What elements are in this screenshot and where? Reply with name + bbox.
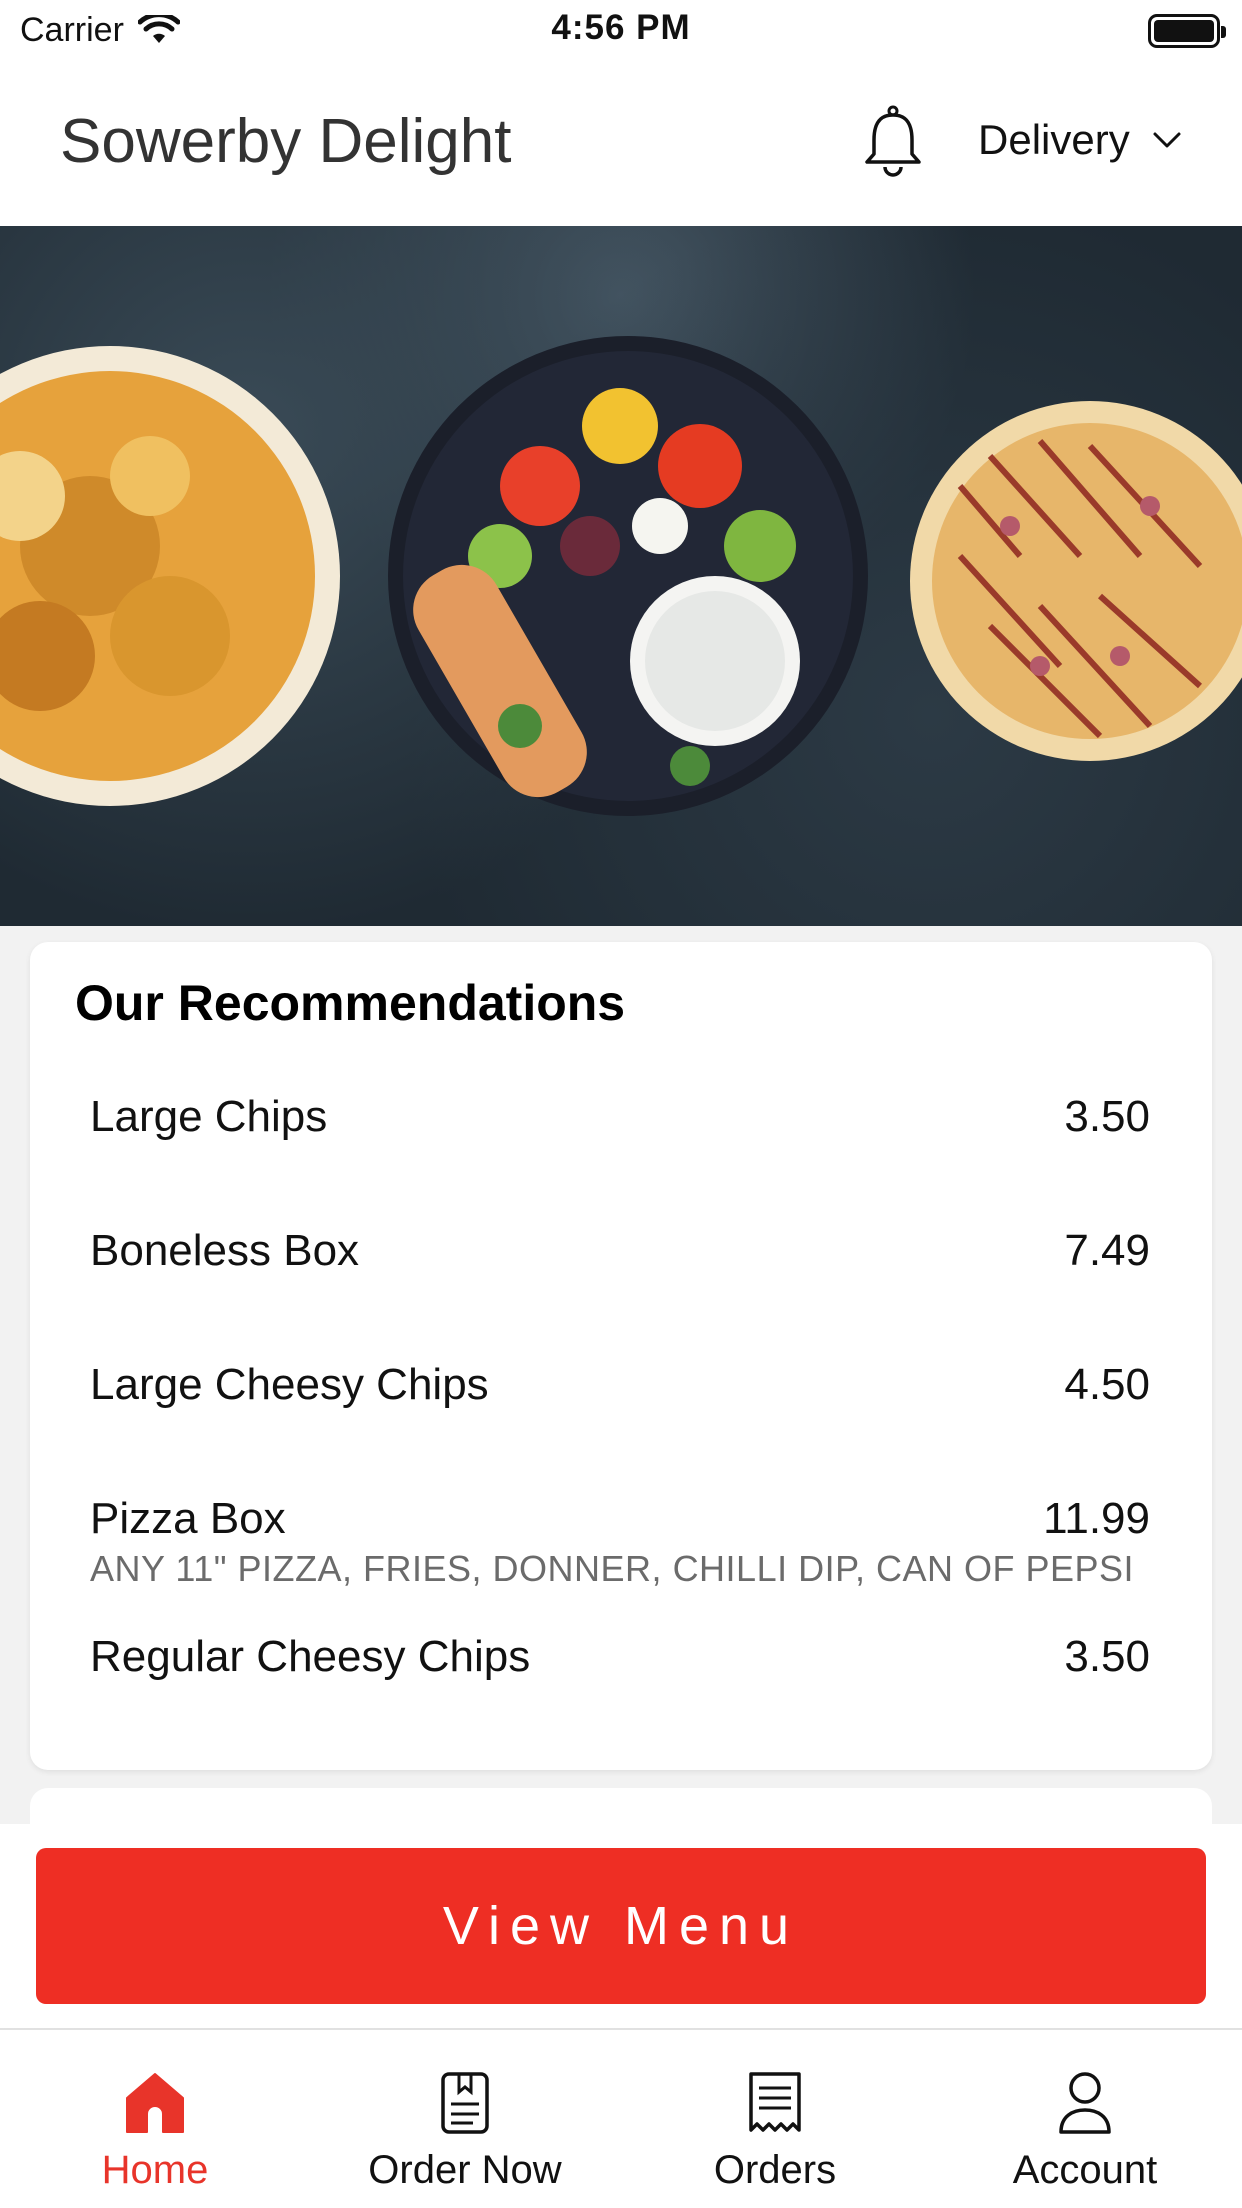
item-name: Pizza Box (90, 1494, 286, 1543)
recommendation-item[interactable]: Large Cheesy Chips 4.50 (90, 1360, 1150, 1410)
recommendation-item[interactable]: Boneless Box 7.49 (90, 1226, 1150, 1276)
recommendations-card: Our Recommendations Large Chips 3.50 Bon… (30, 942, 1212, 1770)
home-icon (126, 2073, 184, 2133)
item-name: Regular Cheesy Chips (90, 1632, 531, 1681)
tab-label: Account (1012, 2148, 1158, 2192)
tab-orders[interactable]: Orders (620, 2030, 930, 2208)
item-name: Large Cheesy Chips (90, 1360, 489, 1409)
user-icon (1059, 2072, 1111, 2134)
item-description: ANY 11" PIZZA, FRIES, DONNER, CHILLI DIP… (90, 1548, 1135, 1589)
curry-bowl-image (0, 346, 340, 806)
tab-label: Order Now (368, 2148, 562, 2192)
menu-book-icon (441, 2072, 489, 2134)
kebab-salad-plate-image (388, 336, 868, 816)
recommendations-title: Our Recommendations (75, 975, 626, 1031)
tab-label: Orders (713, 2148, 837, 2192)
app-header: Sowerby Delight Delivery (0, 60, 1242, 226)
delivery-mode-dropdown[interactable]: Delivery (978, 116, 1182, 164)
status-time: 4:56 PM (551, 8, 691, 47)
chevron-down-icon (1153, 132, 1181, 148)
tab-home[interactable]: Home (0, 2030, 310, 2208)
tab-order-now[interactable]: Order Now (310, 2030, 620, 2208)
pizza-image (910, 401, 1242, 761)
item-price: 3.50 (1064, 1632, 1150, 1681)
item-price: 11.99 (1043, 1494, 1150, 1543)
hero-food-image (0, 226, 1242, 926)
restaurant-name: Sowerby Delight (60, 107, 512, 176)
tab-account[interactable]: Account (930, 2030, 1240, 2208)
tab-label: Home (101, 2148, 209, 2192)
view-menu-button[interactable]: View Menu (36, 1848, 1206, 2004)
recommendation-item[interactable]: Pizza Box 11.99 ANY 11" PIZZA, FRIES, DO… (90, 1494, 1150, 1590)
recommendation-item[interactable]: Large Chips 3.50 (90, 1092, 1150, 1142)
delivery-mode-label: Delivery (978, 116, 1130, 163)
battery-icon (1148, 14, 1226, 48)
status-bar: Carrier 4:56 PM (0, 0, 1242, 60)
notification-bell-icon[interactable] (862, 104, 924, 180)
item-price: 4.50 (1064, 1360, 1150, 1409)
recommendation-item[interactable]: Regular Cheesy Chips 3.50 (90, 1632, 1150, 1682)
hero-illustration (0, 336, 1242, 816)
bottom-tab-bar: Home Order Now Orders Account (0, 2028, 1242, 2208)
cta-area: View Menu (0, 1824, 1242, 2030)
item-name: Large Chips (90, 1092, 328, 1141)
item-price: 7.49 (1064, 1226, 1150, 1275)
item-name: Boneless Box (90, 1226, 360, 1275)
receipt-icon (749, 2072, 801, 2132)
item-price: 3.50 (1064, 1092, 1150, 1141)
app-screen: Carrier 4:56 PM Sowerby Delight Delivery (0, 0, 1242, 2208)
